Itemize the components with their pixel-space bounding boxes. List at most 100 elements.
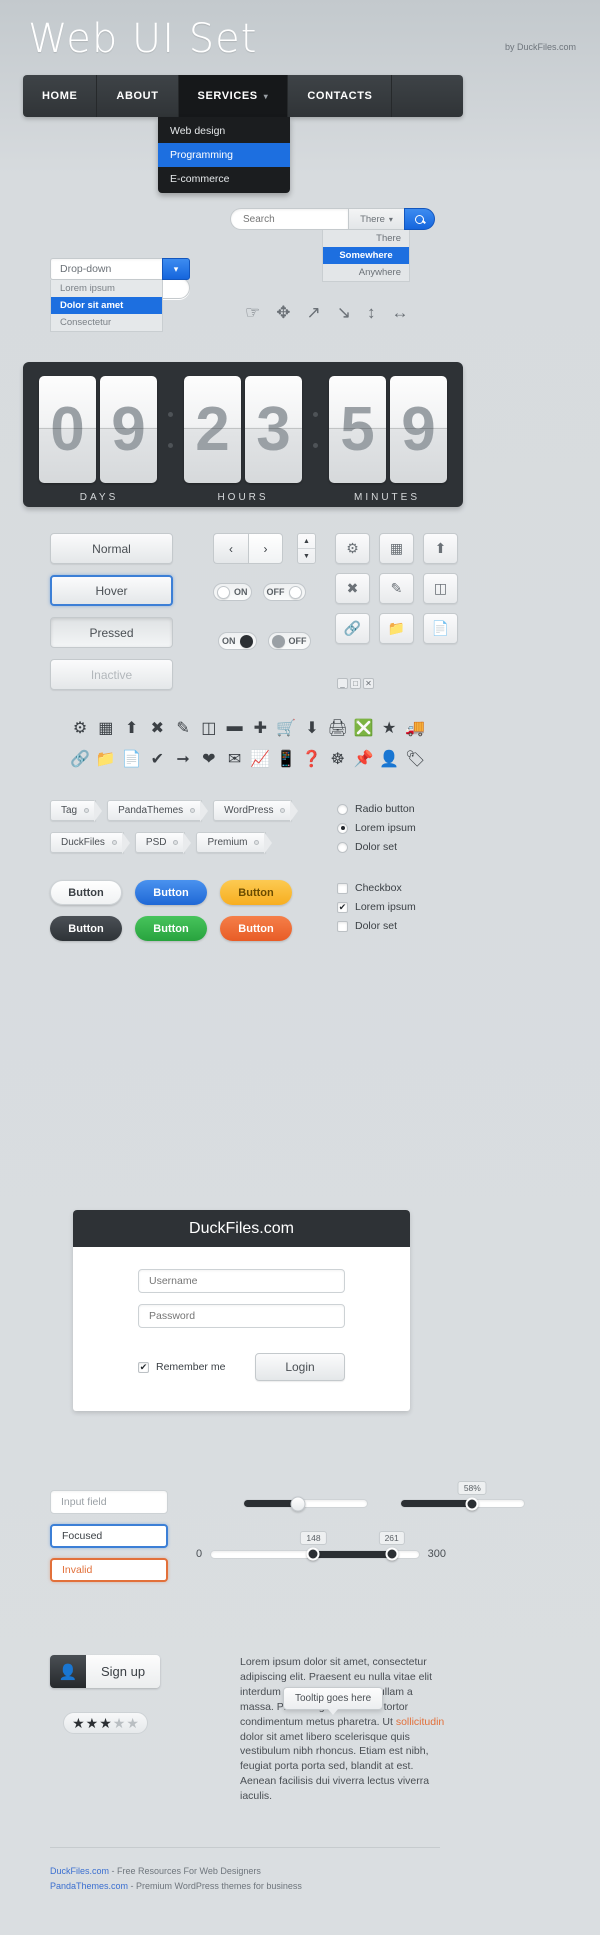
search-combo-input-wrap[interactable] bbox=[230, 208, 348, 230]
button-normal[interactable]: Normal bbox=[50, 533, 173, 564]
link-icon-button[interactable]: 🔗 bbox=[335, 613, 370, 644]
checkbox-icon[interactable] bbox=[337, 920, 348, 932]
dropdown-option-dolor-sit-amet[interactable]: Dolor sit amet bbox=[51, 297, 162, 314]
slider-handle[interactable] bbox=[290, 1496, 306, 1511]
radio-label: Lorem ipsum bbox=[355, 822, 416, 834]
button-yellow[interactable]: Button bbox=[220, 880, 292, 905]
pill-toggles: ON OFF bbox=[213, 583, 306, 601]
nav-item-services[interactable]: SERVICES ▾ bbox=[178, 75, 289, 117]
star-icon-filled[interactable]: ★ bbox=[99, 1715, 112, 1732]
input-focused[interactable]: Focused bbox=[50, 1524, 168, 1548]
slider-plain[interactable] bbox=[243, 1496, 368, 1511]
toggle-off-pill[interactable]: OFF bbox=[262, 583, 306, 601]
range-handle-low[interactable] bbox=[306, 1547, 320, 1561]
submenu-item-programming[interactable]: Programming bbox=[158, 143, 290, 167]
password-field[interactable] bbox=[138, 1304, 345, 1328]
checkbox-row[interactable]: ✔ Lorem ipsum bbox=[337, 901, 416, 913]
footer-link-pandathemes[interactable]: PandaThemes.com bbox=[50, 1881, 128, 1891]
signup-button[interactable]: 👤 Sign up bbox=[50, 1655, 160, 1688]
button-white[interactable]: Button bbox=[50, 880, 122, 905]
browser-window-icon-button[interactable]: ▦ bbox=[379, 533, 414, 564]
folder-icon-button[interactable]: 📁 bbox=[379, 613, 414, 644]
dropdown-option-consectetur[interactable]: Consectetur bbox=[51, 314, 162, 331]
star-rating[interactable]: ★ ★ ★ ★ ★ bbox=[63, 1712, 148, 1734]
star-icon-filled[interactable]: ★ bbox=[72, 1715, 85, 1732]
search-combo-input[interactable] bbox=[243, 213, 348, 225]
submenu-item-web-design[interactable]: Web design bbox=[158, 119, 290, 143]
login-title: DuckFiles.com bbox=[73, 1210, 410, 1247]
input-normal[interactable]: Input field bbox=[50, 1490, 168, 1514]
toggle-off-round[interactable]: OFF bbox=[267, 632, 311, 650]
radio-icon[interactable] bbox=[337, 803, 348, 815]
minimize-icon[interactable]: _ bbox=[337, 678, 348, 689]
maximize-icon[interactable]: □ bbox=[350, 678, 361, 689]
button-dark[interactable]: Button bbox=[50, 916, 122, 941]
slider-labeled[interactable]: 58% bbox=[400, 1481, 525, 1510]
scope-option-anywhere[interactable]: Anywhere bbox=[323, 264, 409, 281]
tag-item[interactable]: Premium bbox=[196, 832, 273, 854]
checkbox-label: Lorem ipsum bbox=[355, 901, 416, 913]
button-green[interactable]: Button bbox=[135, 916, 207, 941]
star-icon-filled[interactable]: ★ bbox=[86, 1715, 99, 1732]
button-hover[interactable]: Hover bbox=[50, 575, 173, 606]
tag-item[interactable]: WordPress bbox=[213, 800, 299, 822]
range-handle-high[interactable] bbox=[385, 1547, 399, 1561]
slider-handle[interactable] bbox=[465, 1497, 479, 1510]
box-icon-button[interactable]: ◫ bbox=[423, 573, 458, 604]
resize-ns-icon: ↕ bbox=[367, 303, 376, 322]
nav-item-home[interactable]: HOME bbox=[23, 75, 98, 117]
checkbox-row[interactable]: Dolor set bbox=[337, 920, 416, 932]
radio-row[interactable]: Lorem ipsum bbox=[337, 822, 416, 834]
dropdown-option-lorem-ipsum[interactable]: Lorem ipsum bbox=[51, 280, 162, 297]
link-icon: 🔗 bbox=[70, 751, 90, 768]
remember-me-row[interactable]: ✔ Remember me bbox=[138, 1361, 225, 1373]
close-x-icon-button[interactable]: ✖ bbox=[335, 573, 370, 604]
remember-me-checkbox[interactable]: ✔ bbox=[138, 1361, 149, 1373]
nav-item-contacts[interactable]: CONTACTS bbox=[288, 75, 393, 117]
checkbox-row[interactable]: Checkbox bbox=[337, 882, 416, 894]
tag-item[interactable]: PandaThemes bbox=[107, 800, 209, 822]
radio-row[interactable]: Radio button bbox=[337, 803, 416, 815]
pushpin-icon: 📌 bbox=[353, 751, 374, 768]
dropdown-toggle-button[interactable]: ▾ bbox=[162, 258, 190, 280]
login-submit-button[interactable]: Login bbox=[255, 1353, 345, 1381]
footer-link-duckfiles[interactable]: DuckFiles.com bbox=[50, 1866, 109, 1876]
help-circle-icon: ❓ bbox=[301, 751, 322, 768]
prev-button[interactable]: ‹ bbox=[213, 533, 248, 564]
star-icon-empty[interactable]: ★ bbox=[126, 1715, 139, 1732]
tag-item[interactable]: Tag bbox=[50, 800, 103, 822]
footer-divider bbox=[50, 1847, 440, 1848]
search-scope-select[interactable]: There ▾ bbox=[348, 208, 404, 230]
gear-icon-button[interactable]: ⚙ bbox=[335, 533, 370, 564]
checkbox-icon[interactable] bbox=[337, 882, 348, 894]
nav-item-about[interactable]: ABOUT bbox=[97, 75, 179, 117]
scope-option-there[interactable]: There bbox=[323, 230, 409, 247]
submenu-item-ecommerce[interactable]: E-commerce bbox=[158, 167, 290, 191]
button-orange[interactable]: Button bbox=[220, 916, 292, 941]
radio-icon[interactable] bbox=[337, 841, 348, 853]
dropdown-select[interactable]: Drop-down ▾ bbox=[50, 258, 190, 280]
scope-option-somewhere[interactable]: Somewhere bbox=[323, 247, 409, 264]
pencil-icon-button[interactable]: ✎ bbox=[379, 573, 414, 604]
radio-row[interactable]: Dolor set bbox=[337, 841, 416, 853]
stepper-down-button[interactable]: ▼ bbox=[298, 549, 315, 563]
stepper-up-button[interactable]: ▲ bbox=[298, 534, 315, 549]
input-invalid[interactable]: Invalid bbox=[50, 1558, 168, 1582]
checkbox-icon-checked[interactable]: ✔ bbox=[337, 901, 348, 913]
search-submit-button[interactable] bbox=[404, 208, 435, 230]
upload-icon-button[interactable]: ⬆ bbox=[423, 533, 458, 564]
next-button[interactable]: › bbox=[248, 533, 283, 564]
gear-icon: ⚙ bbox=[72, 720, 88, 737]
toggle-on-pill[interactable]: ON bbox=[213, 583, 252, 601]
tag-item[interactable]: DuckFiles bbox=[50, 832, 130, 854]
close-icon[interactable]: ✕ bbox=[363, 678, 374, 689]
button-blue[interactable]: Button bbox=[135, 880, 207, 905]
radio-icon-checked[interactable] bbox=[337, 822, 348, 834]
file-icon-button[interactable]: 📄 bbox=[423, 613, 458, 644]
toggle-on-round[interactable]: ON bbox=[218, 632, 257, 650]
lorem-highlight[interactable]: sollicitudin bbox=[396, 1716, 444, 1728]
star-icon-empty[interactable]: ★ bbox=[113, 1715, 126, 1732]
username-field[interactable] bbox=[138, 1269, 345, 1293]
button-pressed[interactable]: Pressed bbox=[50, 617, 173, 648]
tag-item[interactable]: PSD bbox=[134, 832, 191, 854]
